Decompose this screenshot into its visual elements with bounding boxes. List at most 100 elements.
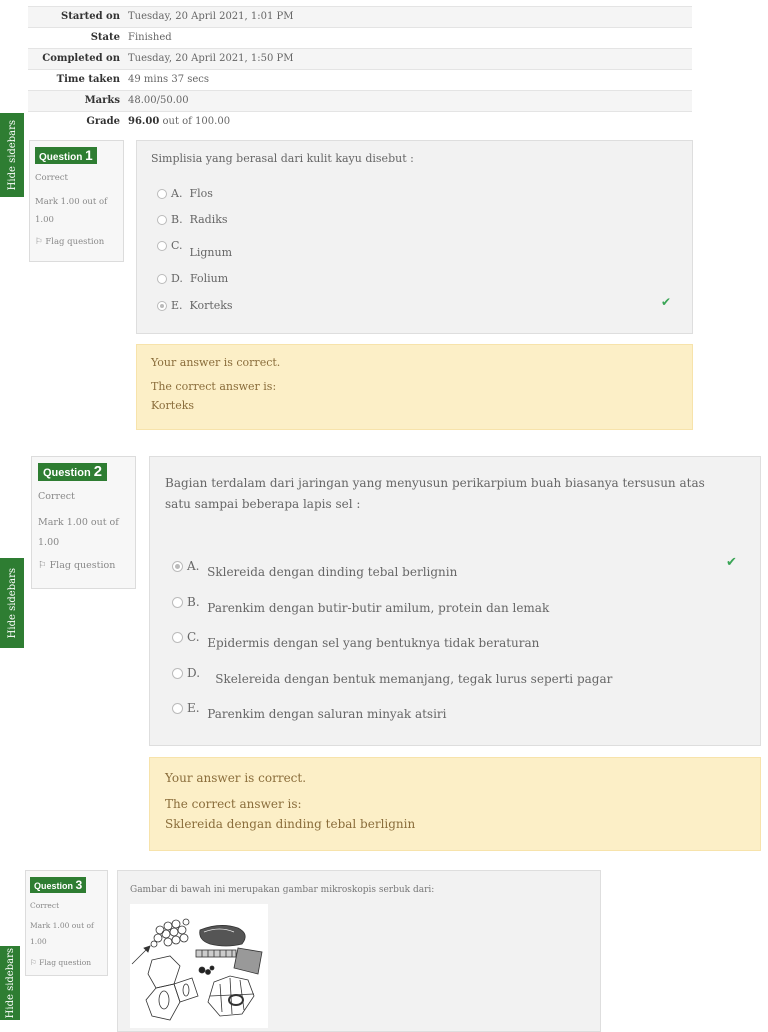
summary-row-grade: Grade 96.00 out of 100.00 xyxy=(28,111,692,132)
correct-answer-label: The correct answer is: xyxy=(165,797,302,811)
radio-button[interactable] xyxy=(157,241,167,251)
question-status: Correct xyxy=(38,491,75,502)
summary-value: Tuesday, 20 April 2021, 1:50 PM xyxy=(128,53,294,64)
radio-button[interactable] xyxy=(157,274,167,284)
question-prefix: Question xyxy=(43,467,91,479)
question-text-box-3: Gambar di bawah ini merupakan gambar mik… xyxy=(117,870,601,1032)
flag-icon: ⚐ xyxy=(30,958,37,967)
option-text: Flos xyxy=(189,187,213,200)
answer-option-c[interactable]: C. Lignum xyxy=(157,239,232,259)
question-mark: Mark 1.00 out of 1.00 xyxy=(35,197,108,225)
flag-icon: ⚐ xyxy=(35,237,43,247)
radio-dot xyxy=(160,304,164,308)
microscopy-drawing xyxy=(131,918,263,1021)
correct-answer-value: Korteks xyxy=(151,399,195,412)
option-letter: E. xyxy=(171,299,183,312)
question-mark: Mark 1.00 out of 1.00 xyxy=(30,921,94,946)
hide-sidebars-button[interactable]: Hide sidebars xyxy=(0,946,20,1020)
radio-button[interactable] xyxy=(157,189,167,199)
option-text: Korteks xyxy=(189,299,233,312)
summary-value: 49 mins 37 secs xyxy=(128,74,210,85)
question-status: Correct xyxy=(30,901,60,910)
option-letter: B. xyxy=(187,595,200,609)
summary-row-state: State Finished xyxy=(28,27,692,48)
summary-value: Finished xyxy=(128,32,172,43)
question-number: 3 xyxy=(75,878,83,892)
summary-row-started: Started on Tuesday, 20 April 2021, 1:01 … xyxy=(28,6,692,27)
radio-button[interactable] xyxy=(172,597,183,608)
question-number: 1 xyxy=(85,148,93,163)
check-icon: ✔ xyxy=(661,295,672,309)
radio-button-selected[interactable] xyxy=(157,301,167,311)
hide-sidebars-label: Hide sidebars xyxy=(4,947,16,1019)
summary-value: 48.00/50.00 xyxy=(128,95,189,106)
summary-label: Time taken xyxy=(56,74,120,85)
question-text-box-2: Bagian terdalam dari jaringan yang menyu… xyxy=(149,456,761,746)
answer-option-d[interactable]: D. Folium xyxy=(157,272,228,285)
radio-button[interactable] xyxy=(172,703,183,714)
flag-question-label: Flag question xyxy=(49,560,116,571)
flag-question-link[interactable]: ⚐ Flag question xyxy=(35,237,104,247)
feedback-box-2: Your answer is correct. The correct answ… xyxy=(149,757,761,851)
correct-answer-label: The correct answer is: xyxy=(151,380,277,393)
question-prefix: Question xyxy=(39,152,83,163)
answer-option-a[interactable]: A. Sklereida dengan dinding tebal berlig… xyxy=(172,559,457,579)
answer-option-d[interactable]: D. Skelereida dengan bentuk memanjang, t… xyxy=(172,666,612,686)
flag-question-label: Flag question xyxy=(45,237,105,247)
summary-label: Marks xyxy=(84,95,120,106)
option-text: Parenkim dengan butir-butir amilum, prot… xyxy=(207,601,550,615)
question-text: Gambar di bawah ini merupakan gambar mik… xyxy=(130,885,435,895)
feedback-verdict: Your answer is correct. xyxy=(165,771,307,785)
option-letter: A. xyxy=(187,559,200,573)
answer-option-e[interactable]: E. Parenkim dengan saluran minyak atsiri xyxy=(172,701,447,721)
option-text: Epidermis dengan sel yang bentuknya tida… xyxy=(207,636,540,650)
radio-button[interactable] xyxy=(172,668,183,679)
answer-option-b[interactable]: B. Parenkim dengan butir-butir amilum, p… xyxy=(172,595,549,615)
grade-value: 96.00 xyxy=(128,116,160,127)
option-letter: D. xyxy=(187,666,201,680)
option-letter: A. xyxy=(171,187,183,200)
correct-answer-value: Sklereida dengan dinding tebal berlignin xyxy=(165,817,416,831)
question-number: 2 xyxy=(93,464,102,480)
question-text: Simplisia yang berasal dari kulit kayu d… xyxy=(151,152,414,165)
question-number-badge: Question 2 xyxy=(38,463,107,481)
flag-icon: ⚐ xyxy=(38,560,47,571)
answer-option-c[interactable]: C. Epidermis dengan sel yang bentuknya t… xyxy=(172,630,539,650)
flag-question-link[interactable]: ⚐ Flag question xyxy=(38,560,115,571)
hide-sidebars-button[interactable]: Hide sidebars xyxy=(0,558,24,648)
flag-question-link[interactable]: ⚐ Flag question xyxy=(30,958,91,967)
summary-label: Started on xyxy=(61,11,120,22)
summary-label: Grade xyxy=(86,116,120,127)
question-mark: Mark 1.00 out of 1.00 xyxy=(38,517,119,548)
summary-row-completed: Completed on Tuesday, 20 April 2021, 1:5… xyxy=(28,48,692,69)
option-letter: B. xyxy=(171,213,183,226)
flag-question-label: Flag question xyxy=(39,958,92,967)
radio-button-selected[interactable] xyxy=(172,561,183,572)
question-info-2: Question 2 Correct Mark 1.00 out of 1.00… xyxy=(31,456,136,589)
grade-out-of: out of 100.00 xyxy=(159,116,231,127)
radio-button[interactable] xyxy=(172,632,183,643)
answer-option-b[interactable]: B. Radiks xyxy=(157,213,228,226)
answer-option-a[interactable]: A. Flos xyxy=(157,187,213,200)
option-text: Folium xyxy=(189,272,229,285)
summary-value: Tuesday, 20 April 2021, 1:01 PM xyxy=(128,11,294,22)
summary-value: 96.00 out of 100.00 xyxy=(128,112,230,132)
question-text-box-1: Simplisia yang berasal dari kulit kayu d… xyxy=(136,140,693,334)
hide-sidebars-button[interactable]: Hide sidebars xyxy=(0,113,24,197)
summary-row-time: Time taken 49 mins 37 secs xyxy=(28,69,692,90)
radio-button[interactable] xyxy=(157,215,167,225)
question-info-3: Question 3 Correct Mark 1.00 out of 1.00… xyxy=(25,870,108,976)
answer-option-e[interactable]: E. Korteks xyxy=(157,299,233,312)
feedback-box-1: Your answer is correct. The correct answ… xyxy=(136,344,693,430)
summary-row-marks: Marks 48.00/50.00 xyxy=(28,90,692,111)
question-prefix: Question xyxy=(34,881,74,891)
hide-sidebars-label: Hide sidebars xyxy=(6,567,18,639)
question-text: Bagian terdalam dari jaringan yang menyu… xyxy=(165,476,705,511)
question-info-1: Question 1 Correct Mark 1.00 out of 1.00… xyxy=(29,140,124,262)
summary-label: State xyxy=(90,32,120,43)
option-letter: C. xyxy=(171,239,183,252)
question-number-badge: Question 1 xyxy=(35,147,97,164)
option-text: Radiks xyxy=(189,213,228,226)
question-status: Correct xyxy=(35,173,68,183)
feedback-verdict: Your answer is correct. xyxy=(151,356,281,369)
